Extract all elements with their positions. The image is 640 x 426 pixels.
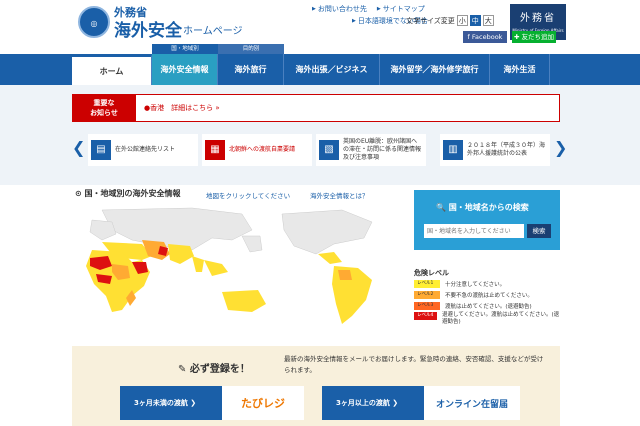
- search-button[interactable]: 検索: [527, 224, 551, 238]
- nav-safety-info[interactable]: 海外安全情報: [152, 54, 218, 85]
- short-trip-label: 3ヶ月未満の渡航: [134, 399, 188, 407]
- legend-level: レベル4: [414, 312, 437, 320]
- notice-label-text: 重要な お知らせ: [90, 99, 118, 117]
- legend-item: レベル1 十分注意してください。: [414, 279, 505, 288]
- notice-label: 重要な お知らせ: [72, 94, 136, 122]
- subtab-purpose[interactable]: 目的別: [218, 44, 284, 54]
- nav-life[interactable]: 海外生活: [490, 54, 550, 85]
- font-size-switch: 文字サイズ変更 小 中 大: [406, 15, 494, 26]
- font-size-label: 文字サイズ変更: [406, 16, 455, 25]
- map-title: ⊙ 国・地域別の海外安全情報: [75, 189, 181, 198]
- long-stay-label: 3ヶ月以上の渡航: [336, 399, 390, 407]
- mofa-emblem-icon[interactable]: ◎: [78, 6, 110, 38]
- card-label: ２０１８年（平成３０年）海外邦人援護統計の公表: [467, 142, 546, 157]
- notice-link[interactable]: ●香港 詳細はこちら »: [144, 103, 220, 113]
- font-size-large[interactable]: 大: [482, 15, 494, 26]
- clipboard-icon: ▧: [319, 140, 339, 160]
- legend-item: レベル2 不要不急の渡航は止めてください。: [414, 290, 533, 299]
- legend-text: 十分注意してください。: [445, 281, 506, 288]
- line-label: 友だち追加: [521, 33, 555, 41]
- carousel-prev-icon[interactable]: ❮: [72, 138, 85, 157]
- map-title-text: 国・地域別の海外安全情報: [84, 189, 181, 198]
- card-label: 北朝鮮への渡航自粛要請: [229, 146, 296, 153]
- legend-level: レベル1: [414, 279, 440, 288]
- logo-sub[interactable]: ホームページ: [183, 22, 243, 37]
- document-icon: ▤: [91, 140, 111, 160]
- card-label: 在外公館連絡先リスト: [115, 146, 176, 153]
- notice-icon: ▦: [205, 140, 225, 160]
- chart-icon: ▥: [443, 140, 463, 160]
- online-residence-logo[interactable]: オンライン在留届: [424, 386, 520, 420]
- register-title: ✎ 必ず登録を！: [178, 364, 250, 375]
- legend-item: レベル4 退避してください。渡航は止めてください。(退避勧告): [414, 312, 560, 330]
- mofa-label: 外務省: [520, 13, 556, 24]
- legend-level: レベル2: [414, 290, 440, 299]
- card-statistics[interactable]: ▥ ２０１８年（平成３０年）海外邦人援護統計の公表: [440, 134, 550, 166]
- legend-item: レベル3 渡航は止めてください。(退避勧告): [414, 301, 532, 310]
- logo-main[interactable]: 海外安全: [114, 16, 182, 41]
- nav-home[interactable]: ホーム: [72, 54, 152, 85]
- safety-info-about-link[interactable]: 海外安全情報とは？: [310, 190, 369, 200]
- facebook-label: Facebook: [471, 33, 503, 41]
- long-stay-button[interactable]: 3ヶ月以上の渡航 ❯: [322, 386, 424, 420]
- card-embassy[interactable]: ▤ 在外公館連絡先リスト: [88, 134, 198, 166]
- register-desc: 最新の海外安全情報をメールでお届けします。緊急時の連絡、安否確認、支援などが受け…: [284, 355, 544, 374]
- legend-text: 不要不急の渡航は止めてください。: [445, 292, 533, 299]
- card-label: 英国のEU離脱：欧州諸国への滞在・訪問に係る関連情報及び注意事項: [343, 138, 422, 161]
- font-size-small[interactable]: 小: [456, 15, 468, 26]
- carousel-next-icon[interactable]: ❯: [554, 138, 567, 157]
- register-title-text: 必ず登録を！: [189, 364, 250, 375]
- nav-study[interactable]: 海外留学／海外修学旅行: [380, 54, 490, 85]
- nav-business[interactable]: 海外出張／ビジネス: [284, 54, 380, 85]
- legend-text: 退避してください。渡航は止めてください。(退避勧告): [441, 312, 560, 325]
- font-size-medium[interactable]: 中: [469, 15, 481, 26]
- map-click-hint[interactable]: 地図をクリックしてください: [206, 190, 290, 200]
- world-map[interactable]: [72, 200, 408, 340]
- short-trip-button[interactable]: 3ヶ月未満の渡航 ❯: [120, 386, 222, 420]
- contact-link[interactable]: お問い合わせ先: [312, 4, 367, 14]
- main-nav: ホーム 海外安全情報 海外旅行 海外出張／ビジネス 海外留学／海外修学旅行 海外…: [0, 54, 640, 85]
- search-title-text: 国・地域名からの検索: [448, 203, 529, 212]
- subtab-region[interactable]: 国・地域別: [152, 44, 218, 54]
- search-panel: [414, 190, 560, 250]
- card-north-korea[interactable]: ▦ 北朝鮮への渡航自粛要請: [202, 134, 312, 166]
- country-search-input[interactable]: [424, 224, 524, 238]
- legend-level: レベル3: [414, 301, 440, 310]
- top-links: お問い合わせ先 サイトマップ: [312, 4, 425, 14]
- legend-title: 危険レベル: [414, 269, 449, 277]
- legend-text: 渡航は止めてください。(退避勧告): [445, 303, 532, 310]
- search-title: 🔍 国・地域名からの検索: [436, 203, 529, 212]
- nav-travel[interactable]: 海外旅行: [218, 54, 284, 85]
- tabireji-logo[interactable]: たびレジ: [222, 386, 304, 420]
- card-brexit[interactable]: ▧ 英国のEU離脱：欧州諸国への滞在・訪問に係る関連情報及び注意事項: [316, 134, 426, 166]
- line-button[interactable]: ✚ 友だち追加: [512, 31, 556, 43]
- sitemap-link[interactable]: サイトマップ: [377, 4, 425, 14]
- facebook-button[interactable]: f Facebook: [463, 31, 507, 43]
